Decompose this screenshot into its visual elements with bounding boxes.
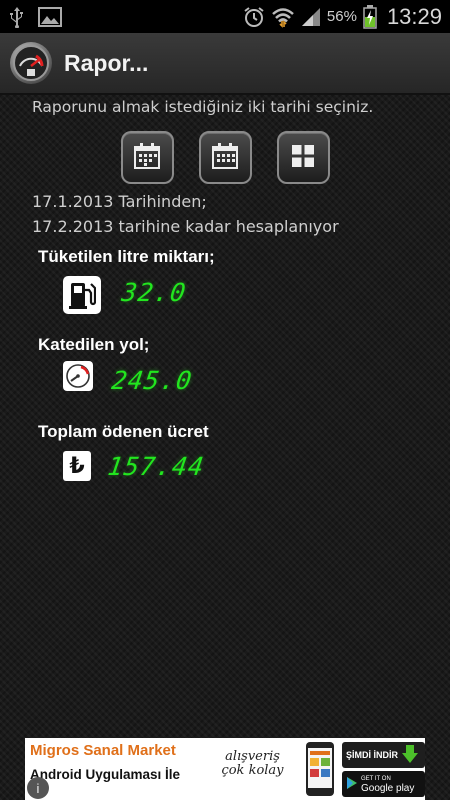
google-play-icon (346, 776, 358, 793)
end-date-button[interactable] (198, 131, 252, 184)
ad-slogan: alışveriş çok kolay (205, 738, 300, 800)
ad-download-label: ŞİMDİ İNDİR (346, 750, 399, 760)
fuel-label: Tüketilen litre miktarı; (38, 247, 215, 266)
cost-value: 157.44 (105, 452, 207, 481)
ad-store-label: Google play (361, 783, 415, 794)
page-title: Rapor... (64, 49, 149, 76)
battery-percent: 56% (326, 8, 357, 25)
grid-icon (291, 144, 315, 172)
wifi-icon (271, 6, 295, 28)
calendar-icon (211, 142, 239, 174)
speedometer-icon (63, 361, 93, 391)
date-button-row (0, 131, 450, 184)
clock: 13:29 (386, 3, 442, 29)
down-arrow-icon (402, 744, 419, 766)
ad-slogan-line2: çok kolay (221, 763, 284, 778)
cost-label: Toplam ödenen ücret (38, 422, 209, 441)
ad-brand: Migros Sanal Market (30, 742, 176, 759)
action-bar: Rapor... (0, 33, 450, 95)
ad-info-icon[interactable]: i (27, 777, 49, 799)
to-date-text: 17.2.2013 tarihine kadar hesaplanıyor (32, 217, 339, 236)
phone-image (300, 738, 340, 800)
distance-label: Katedilen yol; (38, 335, 150, 354)
fuel-pump-icon (63, 276, 101, 314)
fuel-gauge-icon[interactable] (10, 42, 52, 84)
google-play-badge[interactable]: GET IT ON Google play (342, 771, 425, 797)
start-date-button[interactable] (120, 131, 174, 184)
usb-icon (8, 6, 26, 28)
calculate-report-button[interactable] (276, 131, 330, 184)
fuel-value: 32.0 (119, 278, 189, 307)
battery-charging-icon (363, 4, 377, 29)
image-icon (38, 6, 62, 27)
download-now-button[interactable]: ŞİMDİ İNDİR (342, 742, 425, 768)
signal-icon (301, 7, 321, 27)
turkish-lira-icon: ₺ (63, 451, 91, 481)
ad-subtitle: Android Uygulaması İle (30, 767, 181, 782)
distance-value: 245.0 (109, 366, 195, 395)
status-bar: 56% 13:29 (0, 0, 450, 33)
lira-symbol: ₺ (63, 451, 91, 481)
instruction-text: Raporunu almak istediğiniz iki tarihi se… (32, 98, 374, 116)
calendar-icon (133, 142, 161, 174)
ad-slogan-line1: alışveriş (225, 749, 280, 764)
ad-banner[interactable]: Migros Sanal Market Android Uygulaması İ… (25, 738, 425, 800)
from-date-text: 17.1.2013 Tarihinden; (32, 192, 207, 211)
alarm-icon (243, 6, 265, 28)
